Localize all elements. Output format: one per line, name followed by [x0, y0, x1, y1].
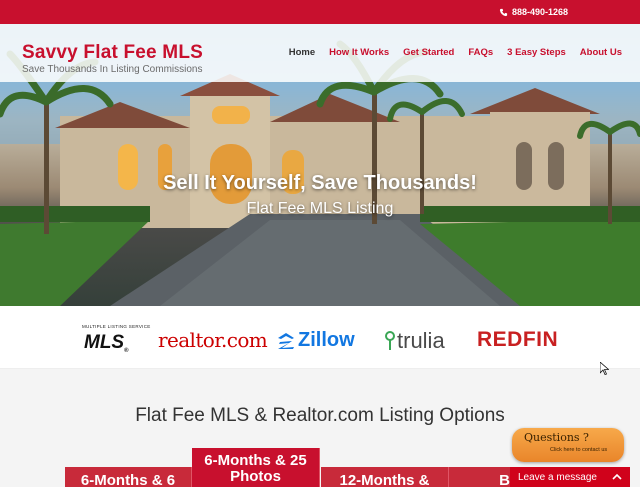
mouse-cursor-icon [600, 362, 609, 375]
top-bar: 888-490-1268 [0, 0, 640, 24]
option-tab-12-months[interactable]: 12-Months & [321, 467, 449, 487]
listing-options-title: Flat Fee MLS & Realtor.com Listing Optio… [135, 405, 505, 426]
option-tab-6-months-6-photos[interactable]: 6-Months & 6 [65, 467, 192, 487]
chevron-up-icon [612, 473, 622, 480]
zillow-logo: Zillow [276, 329, 355, 352]
realtor-logo: realtor.com [158, 328, 268, 352]
trulia-pin-icon [385, 331, 395, 350]
site-header: Savvy Flat Fee MLS Save Thousands In Lis… [0, 24, 640, 82]
option-tab-6-months-25-photos[interactable]: 6-Months & 25 Photos [192, 448, 320, 487]
main-nav: Home How It Works Get Started FAQs 3 Eas… [289, 47, 622, 58]
mls-logo-text: MLS [84, 332, 125, 353]
trulia-logo: trulia [384, 328, 445, 354]
leave-message-button[interactable]: Leave a message [510, 467, 630, 487]
zillow-logo-text: Zillow [298, 329, 355, 351]
nav-item-about-us[interactable]: About Us [580, 47, 622, 58]
mls-logo: MLS® [84, 332, 129, 354]
redfin-logo: REDFIN [477, 328, 559, 351]
trulia-logo-text: trulia [397, 328, 445, 353]
nav-item-home[interactable]: Home [289, 47, 315, 58]
nav-item-how-it-works[interactable]: How It Works [329, 47, 389, 58]
nav-item-get-started[interactable]: Get Started [403, 47, 454, 58]
leave-message-label: Leave a message [518, 471, 597, 483]
hero-subheadline: Flat Fee MLS Listing [246, 200, 394, 217]
nav-item-faqs[interactable]: FAQs [468, 47, 493, 58]
nav-item-3-easy-steps[interactable]: 3 Easy Steps [507, 47, 566, 58]
site-tagline: Save Thousands In Listing Commissions [22, 64, 203, 75]
questions-title: Questions ? [524, 431, 589, 444]
phone-link[interactable]: 888-490-1268 [499, 7, 568, 17]
phone-icon [499, 8, 508, 16]
questions-subtitle: Click here to contact us [550, 447, 608, 453]
zillow-z-icon [278, 332, 294, 349]
site-logo-title[interactable]: Savvy Flat Fee MLS [22, 42, 203, 64]
hero-banner: Savvy Flat Fee MLS Save Thousands In Lis… [0, 24, 640, 306]
hero-headline: Sell It Yourself, Save Thousands! [163, 172, 477, 194]
mls-registered-mark: ® [124, 348, 129, 354]
phone-number: 888-490-1268 [511, 7, 568, 17]
mls-caption: MULTIPLE LISTING SERVICE [82, 324, 151, 329]
partner-logos-strip: MULTIPLE LISTING SERVICE MLS® realtor.co… [0, 306, 640, 369]
questions-chat-bubble[interactable]: Questions ? Click here to contact us [512, 428, 624, 462]
